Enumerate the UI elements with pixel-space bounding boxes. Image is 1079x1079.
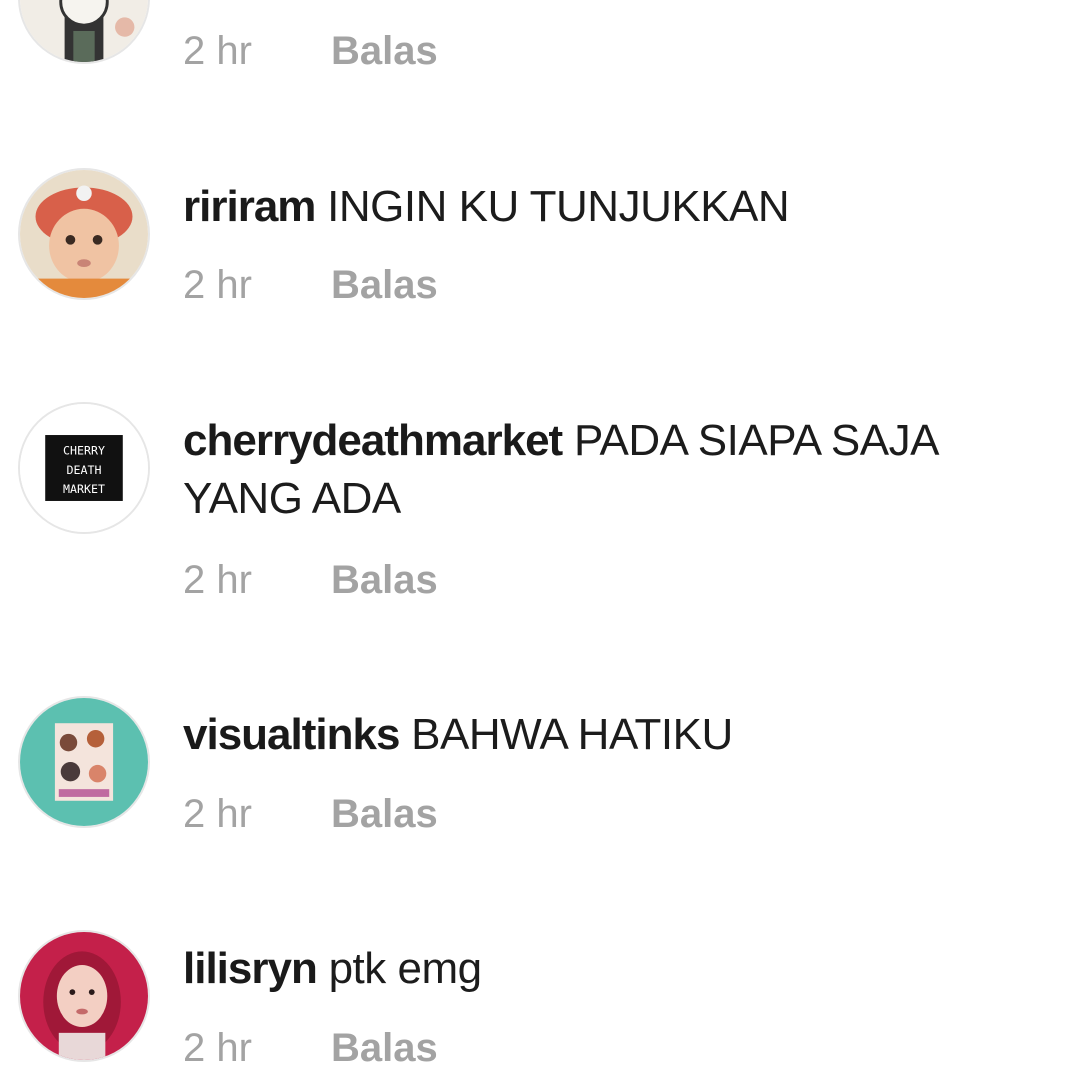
- comment-body: ririram INGIN KU TUNJUKKAN: [183, 178, 1059, 236]
- comment-body: visualtinks BAHWA HATIKU: [183, 706, 1059, 764]
- username-link[interactable]: cherrydeathmarket: [183, 416, 563, 465]
- reply-button[interactable]: Balas: [331, 1026, 438, 1070]
- comment-body: lilisryn ptk emg: [183, 940, 1059, 998]
- logo-text-line: CHERRY: [63, 443, 105, 457]
- username-link[interactable]: visualtinks: [183, 710, 400, 759]
- reply-button[interactable]: Balas: [331, 792, 438, 836]
- timestamp: 2 hr: [183, 558, 252, 602]
- comment-meta: 2 hr Balas: [183, 790, 438, 838]
- cherry-death-market-logo[interactable]: CHERRY DEATH MARKET: [18, 402, 150, 534]
- baby-photo-avatar[interactable]: [18, 168, 150, 300]
- logo-text-line: DEATH: [67, 463, 102, 477]
- reply-button[interactable]: Balas: [331, 263, 438, 307]
- comment-list: 2 hrBalas ririram INGIN KU TUNJUKKAN 2: [0, 0, 1079, 1079]
- timestamp: 2 hr: [183, 1026, 252, 1070]
- reply-button[interactable]: Balas: [331, 29, 438, 73]
- logo-text-line: MARKET: [63, 482, 105, 496]
- timestamp: 2 hr: [183, 29, 252, 73]
- comment-text: ptk emg: [328, 944, 483, 993]
- comment-meta: 2 hr Balas: [183, 556, 438, 604]
- comment-meta: 2 hr Balas: [183, 1024, 438, 1072]
- comment-text: INGIN KU TUNJUKKAN: [327, 182, 790, 231]
- username-link[interactable]: ririram: [183, 182, 316, 231]
- timestamp: 2 hr: [183, 792, 252, 836]
- girl-cartoon-avatar[interactable]: [18, 0, 150, 64]
- reply-button[interactable]: Balas: [331, 558, 438, 602]
- group-photo-avatar[interactable]: [18, 696, 150, 828]
- timestamp: 2 hr: [183, 263, 252, 307]
- comment-meta: 2 hr Balas: [183, 27, 438, 75]
- comment-text: BAHWA HATIKU: [411, 710, 733, 759]
- hijab-selfie-avatar[interactable]: [18, 930, 150, 1062]
- username-link[interactable]: lilisryn: [183, 944, 318, 993]
- comment-body: cherrydeathmarket PADA SIAPA SAJA YANG A…: [183, 412, 1059, 528]
- comment-meta: 2 hr Balas: [183, 261, 438, 309]
